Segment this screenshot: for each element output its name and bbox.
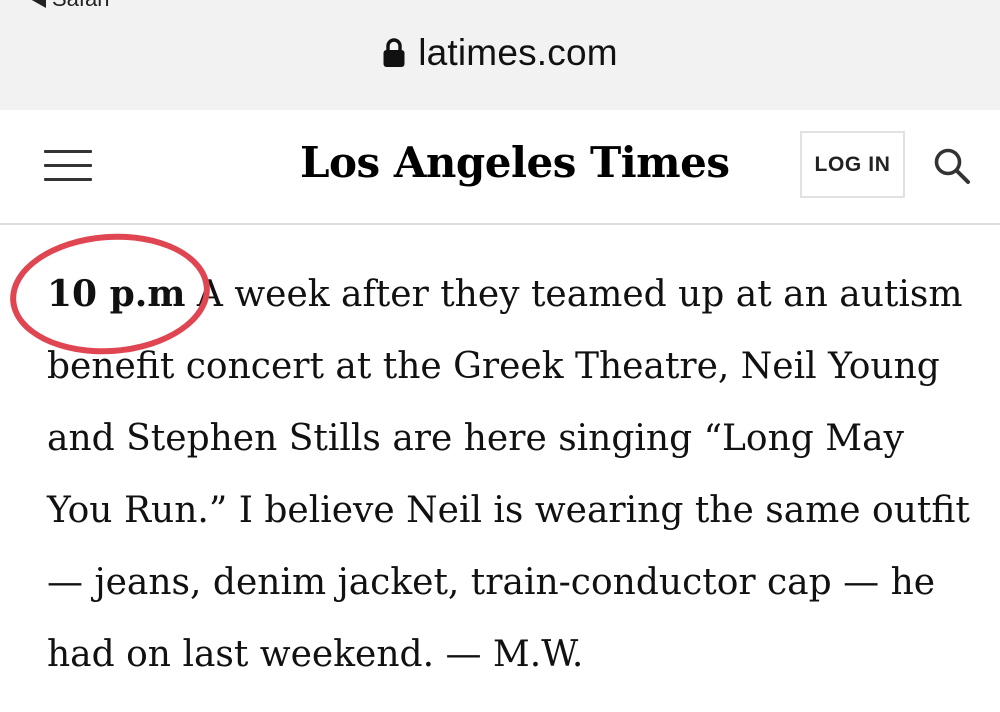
log-in-button[interactable]: LOG IN (800, 131, 905, 198)
site-header: Los Angeles Times LOG IN (0, 110, 1000, 225)
entry-text: A week after they teamed up at an autism… (47, 274, 970, 675)
lock-icon (383, 38, 405, 67)
search-icon[interactable] (932, 146, 972, 186)
address-field[interactable]: latimes.com (0, 28, 1000, 78)
article-entry: 10 p.m A week after they teamed up at an… (47, 258, 977, 691)
article-paragraph: 10 p.m A week after they teamed up at an… (47, 258, 977, 691)
site-logo[interactable]: Los Angeles Times (300, 138, 730, 187)
back-arrow-icon (30, 0, 46, 8)
entry-timestamp: 10 p.m (47, 273, 186, 315)
url-text: latimes.com (418, 32, 618, 73)
hamburger-menu-icon[interactable] (44, 148, 92, 184)
back-label: Safari (52, 0, 109, 12)
browser-url-bar: Safari latimes.com (0, 0, 1000, 111)
back-to-safari-link[interactable]: Safari (30, 0, 109, 12)
